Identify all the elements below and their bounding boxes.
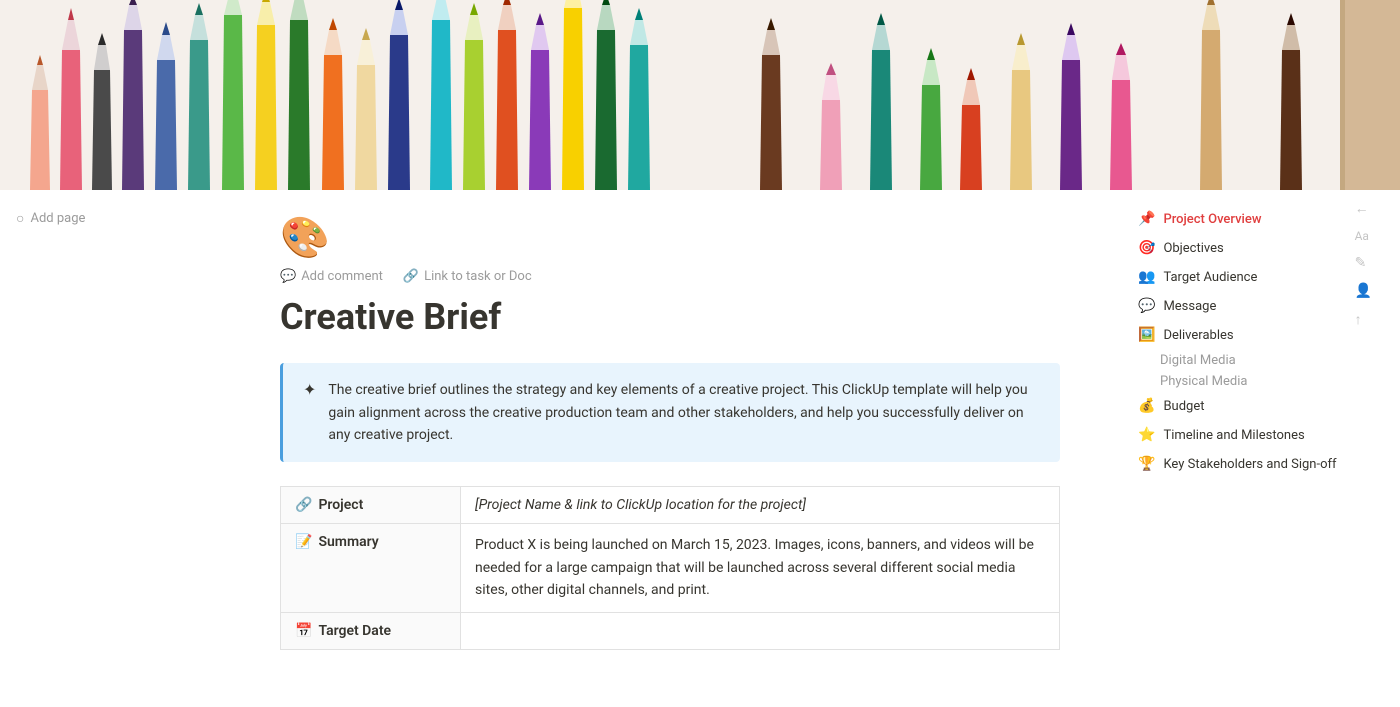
toc-label-deliverables: Deliverables: [1163, 326, 1233, 346]
add-comment-label: Add comment: [301, 269, 383, 284]
add-comment-button[interactable]: 💬 Add comment: [280, 269, 383, 284]
toc-label-message: Message: [1163, 297, 1216, 317]
toc-item-message[interactable]: 💬 Message: [1132, 293, 1368, 320]
edit-icon[interactable]: ✎: [1355, 255, 1372, 271]
toc-icon-project-overview: 📌: [1138, 209, 1155, 230]
right-sidebar-toc: ← Aa ✎ 👤 ↑ 📌 Project Overview 🎯 Objectiv…: [1120, 190, 1380, 707]
toc-sub-digital-media[interactable]: Digital Media: [1132, 351, 1368, 370]
toc-icon-message: 💬: [1138, 296, 1155, 317]
toc-icon-stakeholders: 🏆: [1138, 454, 1155, 475]
sidebar-actions: ← Aa ✎ 👤 ↑: [1355, 200, 1372, 328]
toc-sub-physical-media[interactable]: Physical Media: [1132, 372, 1368, 391]
target-date-icon: 📅: [295, 623, 312, 639]
info-table: 🔗 Project [Project Name & link to ClickU…: [280, 486, 1060, 649]
toc-item-timeline[interactable]: ⭐ Timeline and Milestones: [1132, 422, 1368, 449]
toc-label-timeline: Timeline and Milestones: [1163, 426, 1304, 446]
toc-icon-target-audience: 👥: [1138, 267, 1155, 288]
link-icon: 🔗: [403, 269, 419, 284]
callout-box: ✦ The creative brief outlines the strate…: [280, 363, 1060, 462]
project-value: [Project Name & link to ClickUp location…: [475, 497, 806, 513]
toc-item-deliverables[interactable]: 🖼️ Deliverables: [1132, 322, 1368, 349]
left-sidebar: ○ Add page: [0, 190, 220, 707]
toc-label-objectives: Objectives: [1163, 239, 1223, 259]
people-icon[interactable]: 👤: [1355, 283, 1372, 299]
add-page-icon: ○: [16, 210, 24, 227]
summary-label: Summary: [318, 534, 378, 550]
toc-item-budget[interactable]: 💰 Budget: [1132, 393, 1368, 420]
toolbar-row: 💬 Add comment 🔗 Link to task or Doc: [280, 269, 1060, 284]
toc-label-target-audience: Target Audience: [1163, 268, 1257, 288]
toc-item-target-audience[interactable]: 👥 Target Audience: [1132, 264, 1368, 291]
collapse-icon[interactable]: ←: [1355, 200, 1372, 217]
project-icon: 🔗: [295, 497, 312, 513]
share-icon[interactable]: ↑: [1355, 311, 1372, 328]
toc-item-stakeholders[interactable]: 🏆 Key Stakeholders and Sign-off: [1132, 451, 1368, 478]
link-button[interactable]: 🔗 Link to task or Doc: [403, 269, 532, 284]
add-page-label: Add page: [30, 211, 85, 226]
project-label: Project: [318, 497, 363, 513]
pencils-illustration: [0, 0, 1400, 190]
page-title: Creative Brief: [280, 296, 1060, 339]
toc-label-project-overview: Project Overview: [1163, 210, 1261, 230]
summary-icon: 📝: [295, 534, 312, 550]
toc-icon-budget: 💰: [1138, 396, 1155, 417]
content-area: 🎨 💬 Add comment 🔗 Link to task or Doc Cr…: [220, 190, 1120, 707]
toc-item-objectives[interactable]: 🎯 Objectives: [1132, 235, 1368, 262]
toc-label-stakeholders: Key Stakeholders and Sign-off: [1163, 455, 1336, 475]
table-row: 📝 Summary Product X is being launched on…: [281, 524, 1060, 612]
hero-banner: [0, 0, 1400, 190]
summary-value: Product X is being launched on March 15,…: [475, 537, 1034, 598]
toc-icon-objectives: 🎯: [1138, 238, 1155, 259]
page-icon: 🎨: [280, 214, 1060, 261]
table-row: 📅 Target Date: [281, 612, 1060, 649]
add-page-button[interactable]: ○ Add page: [8, 206, 212, 231]
toc-icon-deliverables: 🖼️: [1138, 325, 1155, 346]
table-row: 🔗 Project [Project Name & link to ClickU…: [281, 487, 1060, 524]
font-size-icon[interactable]: Aa: [1355, 229, 1372, 243]
toc-item-project-overview[interactable]: 📌 Project Overview: [1132, 206, 1368, 233]
target-date-value[interactable]: [461, 612, 1060, 649]
callout-text: The creative brief outlines the strategy…: [328, 379, 1040, 446]
comment-icon: 💬: [280, 269, 296, 284]
callout-icon: ✦: [303, 380, 316, 399]
link-label: Link to task or Doc: [424, 269, 532, 284]
target-date-label: Target Date: [318, 623, 391, 639]
toc-label-budget: Budget: [1163, 397, 1204, 417]
toc-icon-timeline: ⭐: [1138, 425, 1155, 446]
